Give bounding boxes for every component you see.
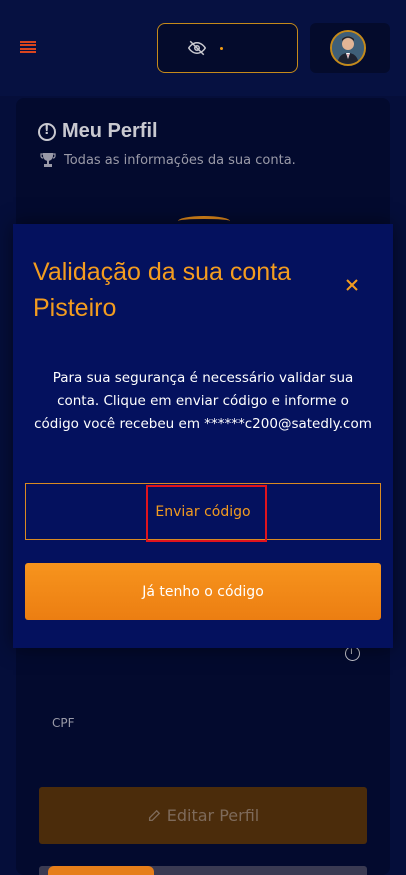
bottom-bar-accent <box>48 866 154 875</box>
profile-title-row: Meu Perfil <box>38 120 158 143</box>
cpf-label: CPF <box>52 716 75 730</box>
highlight-box <box>146 485 267 542</box>
balance-display[interactable] <box>157 23 298 73</box>
have-code-label: Já tenho o código <box>142 583 264 600</box>
eye-slash-icon[interactable] <box>188 39 206 57</box>
avatar[interactable] <box>330 30 366 66</box>
hamburger-menu-icon[interactable] <box>20 41 36 53</box>
pencil-icon <box>148 809 160 821</box>
close-icon[interactable] <box>343 276 361 294</box>
balance-hidden-dot <box>220 47 223 50</box>
edit-profile-button[interactable]: Editar Perfil <box>39 787 367 844</box>
info-circle-icon <box>38 122 56 141</box>
user-avatar-icon <box>332 32 364 64</box>
trophy-icon <box>40 153 56 167</box>
profile-subtitle-row: Todas as informações da sua conta. <box>40 152 296 168</box>
validation-modal: Validação da sua conta Pisteiro Para sua… <box>13 224 393 648</box>
avatar-container[interactable] <box>310 23 390 73</box>
modal-title: Validação da sua conta Pisteiro <box>33 258 292 322</box>
edit-profile-label: Editar Perfil <box>166 806 260 825</box>
page-subtitle: Todas as informações da sua conta. <box>64 152 296 168</box>
info-icon[interactable] <box>345 646 360 661</box>
modal-message: Para sua segurança é necessário validar … <box>34 370 372 432</box>
page-title: Meu Perfil <box>62 120 158 142</box>
have-code-button[interactable]: Já tenho o código <box>25 563 381 620</box>
